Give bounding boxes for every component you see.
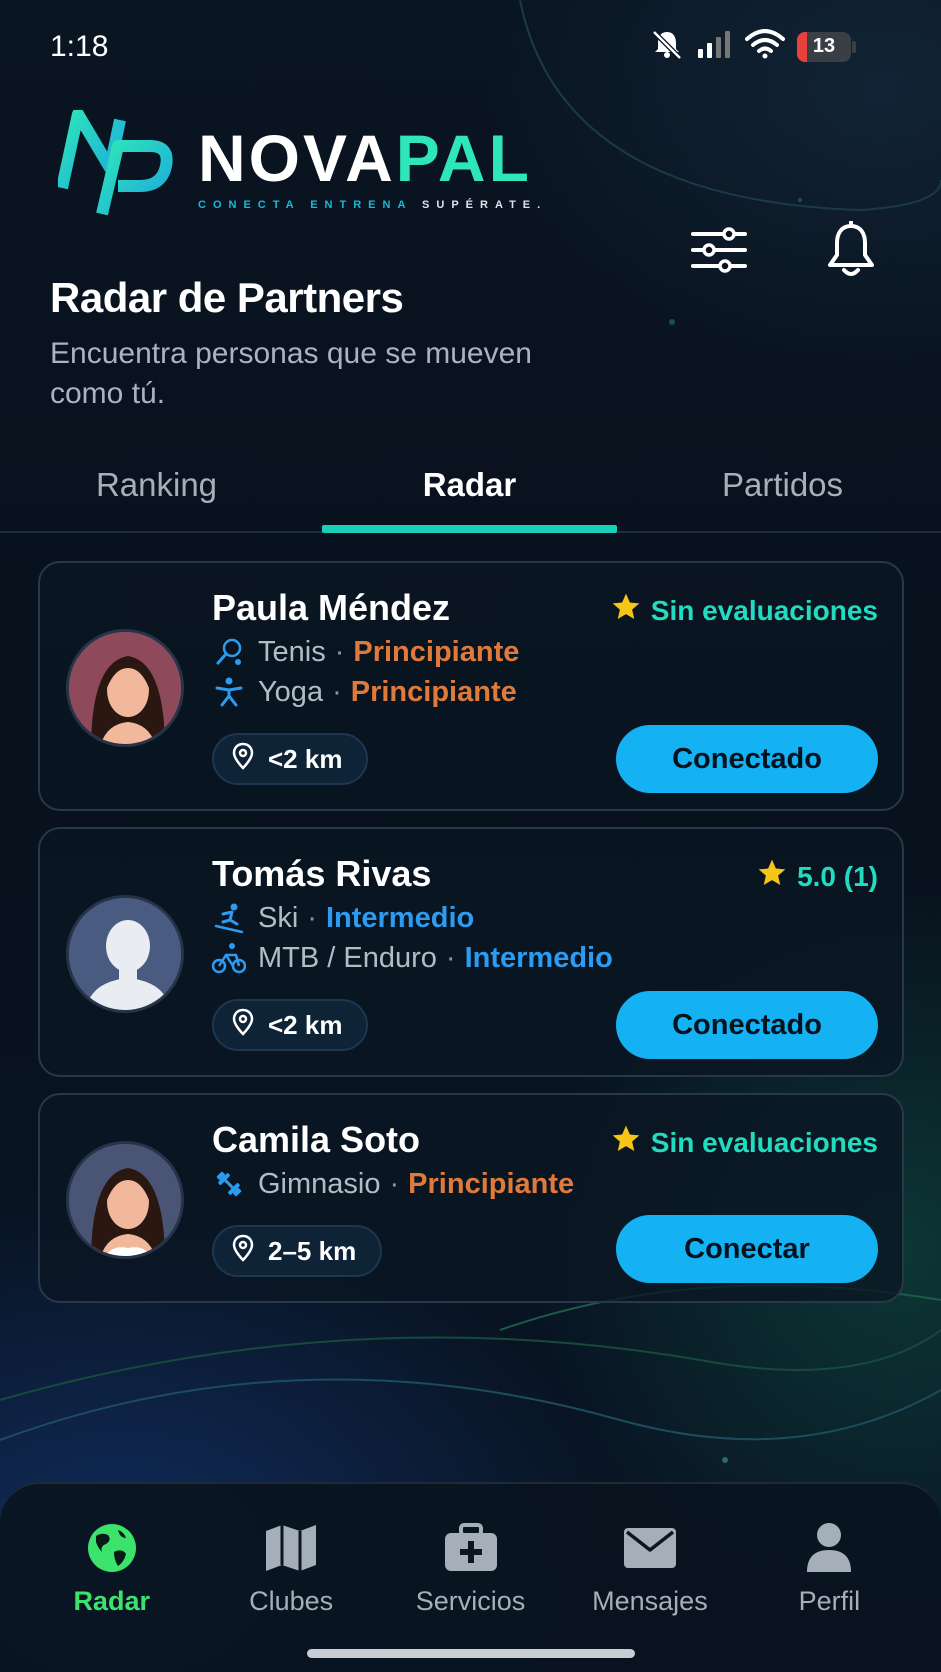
tennis-icon [212,635,246,669]
tab-radar[interactable]: Radar [313,458,626,533]
rating: Sin evaluaciones [609,591,878,630]
map-pin-icon [232,742,254,777]
brand-logo: NOVAPAL CONECTA ENTRENA SUPÉRATE. [56,108,547,225]
partner-card[interactable]: Tomás Rivas 5.0 (1) Ski · Intermedio MTB /… [38,827,904,1077]
partner-list: Paula Méndez Sin evaluaciones Tenis · Prin… [38,561,904,1319]
yoga-icon [212,675,246,709]
page-title: Radar de Partners [50,274,404,321]
tab-bar: Ranking Radar Partidos [0,458,941,533]
first-aid-icon [443,1520,499,1576]
rating: 5.0 (1) [755,857,878,896]
partner-name: Tomás Rivas [212,853,432,894]
partner-card[interactable]: Camila Soto Sin evaluaciones Gimnasio · Pr… [38,1093,904,1303]
partner-name: Camila Soto [212,1119,421,1160]
status-bar: 1:18 13 [0,0,941,92]
signal-icon [697,29,733,64]
star-icon [609,591,643,630]
partner-name: Paula Méndez [212,587,451,628]
sport-row: Yoga · Principiante [212,675,517,709]
status-time: 1:18 [50,30,109,63]
connected-button[interactable]: Conectado [616,725,878,793]
home-indicator[interactable] [307,1649,635,1658]
nav-servicios[interactable]: Servicios [381,1520,560,1617]
tab-ranking[interactable]: Ranking [0,458,313,531]
sliders-icon [691,226,747,279]
sport-row: Ski · Intermedio [212,901,474,935]
connect-button[interactable]: Conectar [616,1215,878,1283]
avatar [66,629,184,747]
map-icon [263,1520,319,1576]
nav-mensajes[interactable]: Mensajes [560,1520,739,1617]
map-pin-icon [232,1234,254,1269]
partner-card[interactable]: Paula Méndez Sin evaluaciones Tenis · Prin… [38,561,904,811]
distance-badge: <2 km [212,733,369,785]
bell-icon [825,219,877,284]
status-icons: 13 [649,28,856,65]
bottom-nav: Radar Clubes Servicios Mensajes Perfil [0,1482,941,1672]
map-pin-icon [232,1008,254,1043]
ski-icon [212,901,246,935]
distance-badge: 2–5 km [212,1225,383,1277]
avatar [66,1141,184,1259]
sport-row: Gimnasio · Principiante [212,1167,574,1201]
nav-perfil[interactable]: Perfil [740,1520,919,1617]
page-subtitle: Encuentra personas que se mueven como tú… [50,337,532,410]
nav-radar[interactable]: Radar [22,1520,201,1617]
tab-partidos[interactable]: Partidos [626,458,939,531]
sport-row: Tenis · Principiante [212,635,519,669]
header-actions [689,219,881,284]
avatar [66,895,184,1013]
envelope-icon [622,1520,678,1576]
sport-row: MTB / Enduro · Intermedio [212,941,613,975]
globe-icon [84,1520,140,1576]
nav-clubes[interactable]: Clubes [201,1520,380,1617]
wifi-icon [745,29,785,64]
mute-bell-icon [649,28,685,65]
connected-button[interactable]: Conectado [616,991,878,1059]
bike-icon [212,941,246,975]
battery-indicator: 13 [797,31,856,62]
np-logo-icon [56,108,176,225]
notifications-button[interactable] [821,219,881,284]
user-icon [801,1520,857,1576]
star-icon [755,857,789,896]
rating: Sin evaluaciones [609,1123,878,1162]
filter-button[interactable] [689,222,749,282]
dumbbell-icon [212,1167,246,1201]
distance-badge: <2 km [212,999,369,1051]
star-icon [609,1123,643,1162]
